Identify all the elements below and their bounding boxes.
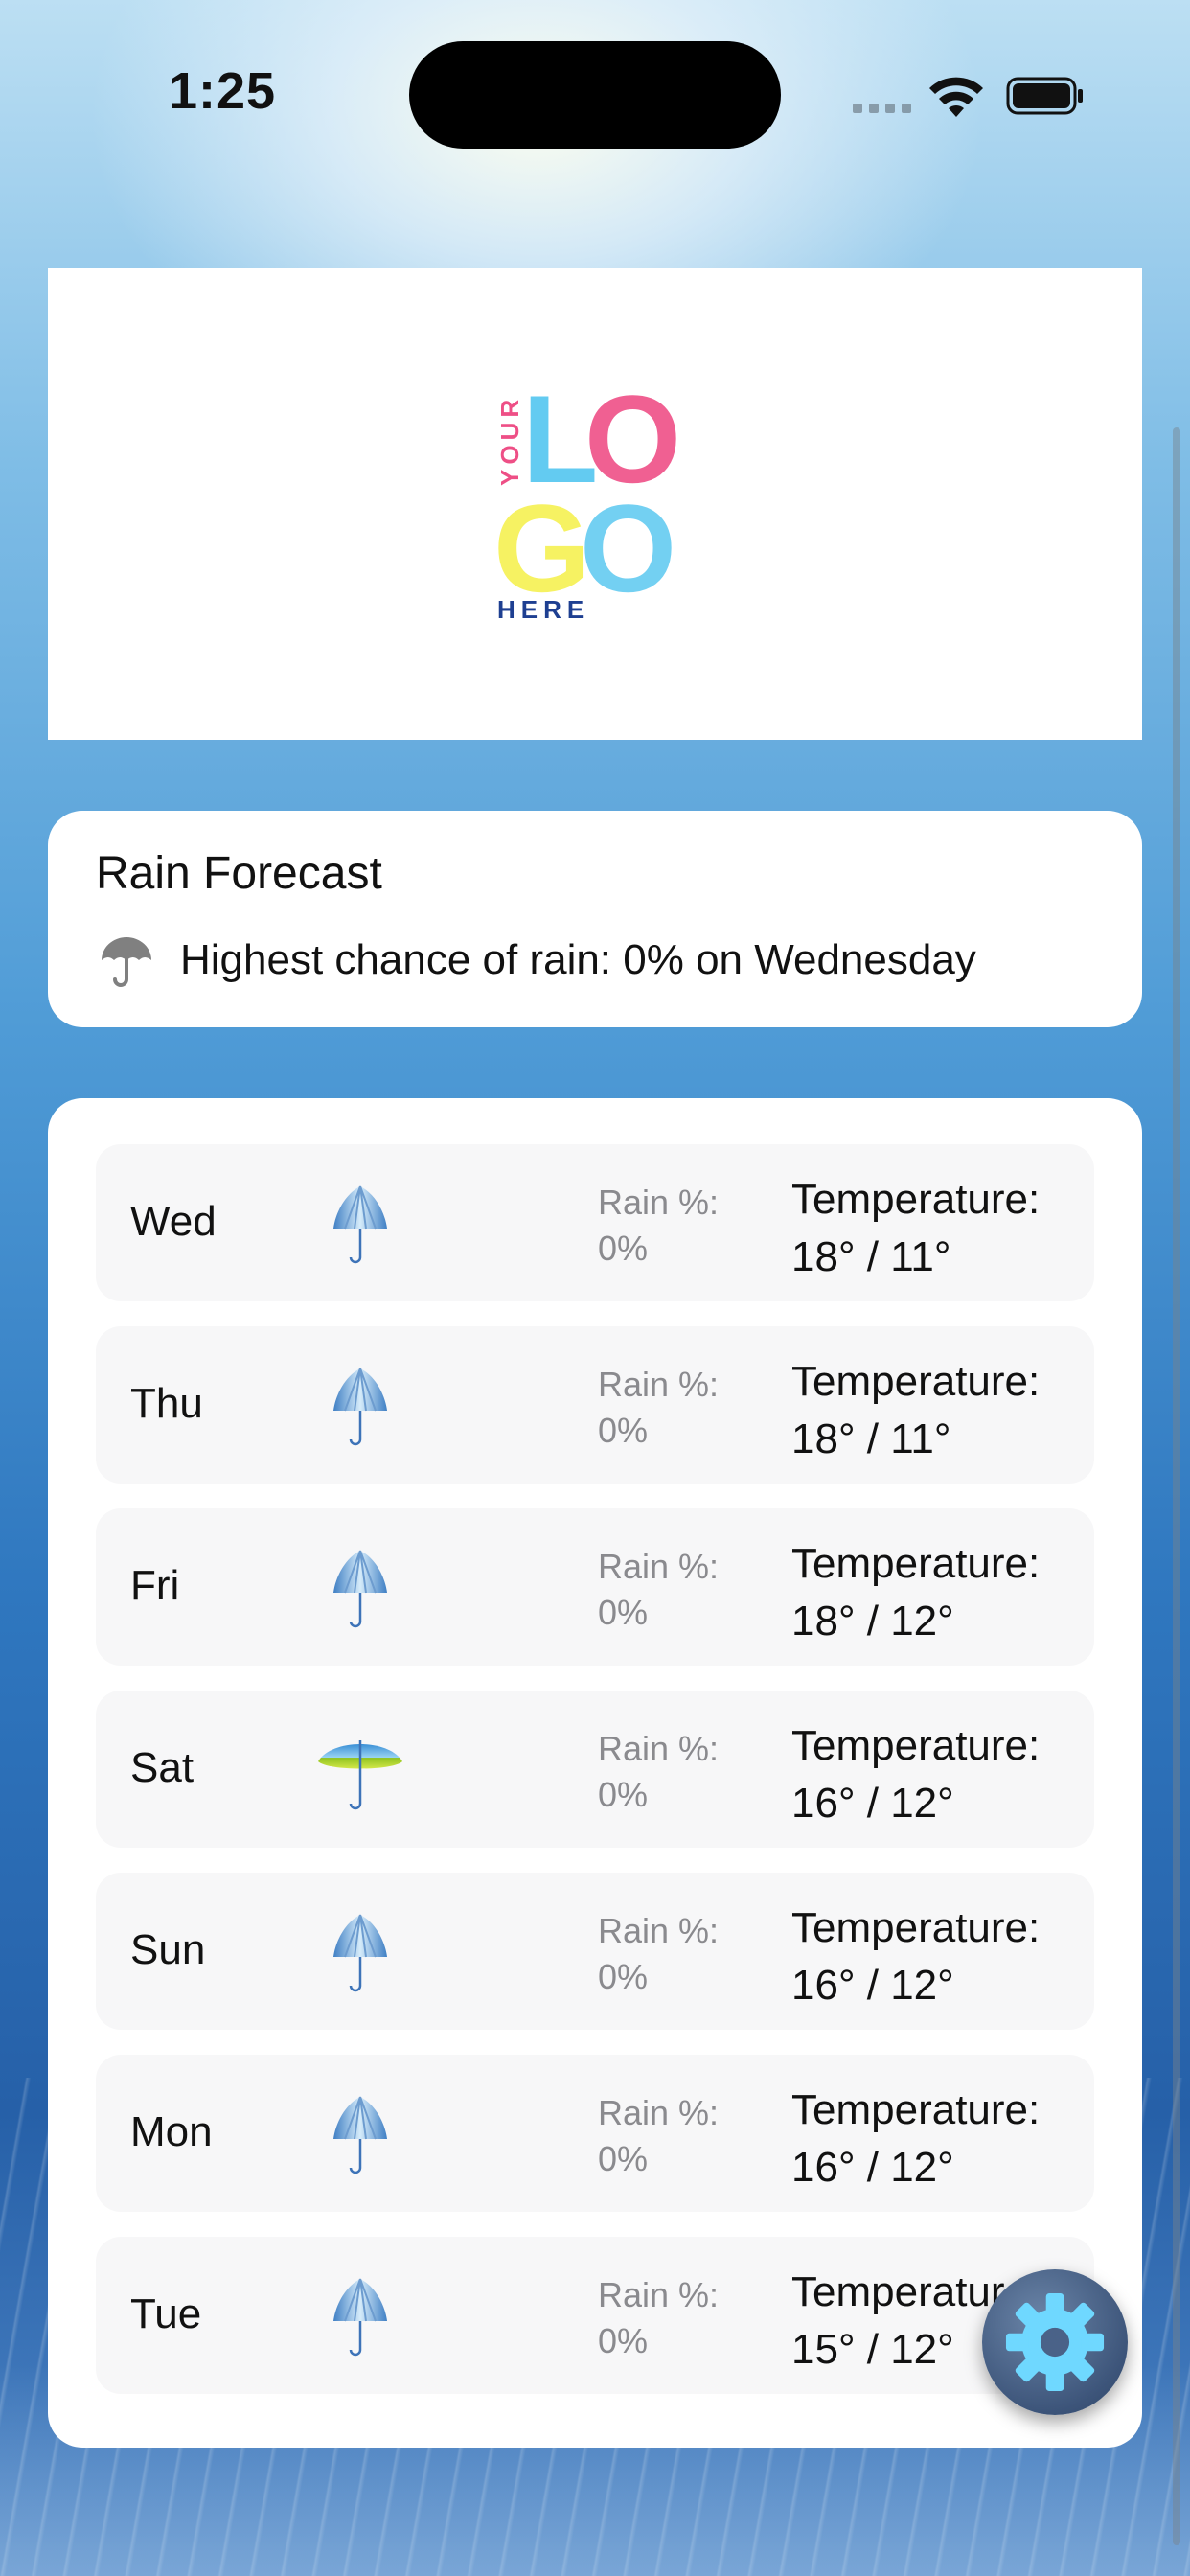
forecast-row-tue[interactable]: Tue Rain %: 0% Temperature: 15° / 12°: [96, 2237, 1094, 2394]
temperature-value: 15° / 12°: [791, 2326, 954, 2373]
closed-umbrella-icon: [333, 1914, 387, 1992]
wifi-icon: [929, 77, 983, 117]
temperature-value: 18° / 12°: [791, 1598, 954, 1644]
rain-percent-value: 0%: [598, 1229, 649, 1268]
rain-summary-text: Highest chance of rain: 0% on Wednesday: [180, 936, 976, 983]
day-label: Sat: [130, 1744, 195, 1791]
temperature-label: Temperature:: [791, 1722, 1041, 1769]
rain-percent-label: Rain %:: [598, 1729, 720, 1768]
umbrella-icon: [102, 937, 151, 987]
rain-percent-label: Rain %:: [598, 1911, 720, 1950]
closed-umbrella-icon: [333, 1185, 387, 1264]
rain-percent-value: 0%: [598, 1593, 649, 1632]
temperature-label: Temperature:: [791, 1904, 1041, 1951]
rain-percent-value: 0%: [598, 1411, 649, 1450]
logo-text-top: YOUR: [495, 395, 524, 486]
day-label: Thu: [130, 1380, 203, 1427]
temperature-value: 18° / 11°: [791, 1233, 951, 1280]
signal-icon: [853, 104, 911, 113]
forecast-row-thu[interactable]: Thu Rain %: 0% Temperature: 18° / 11°: [96, 1326, 1094, 1484]
temperature-value: 16° / 12°: [791, 2144, 954, 2191]
rain-percent-value: 0%: [598, 2139, 649, 2178]
dynamic-island: [409, 41, 781, 149]
day-label: Fri: [130, 1562, 180, 1609]
day-label: Mon: [130, 2108, 213, 2155]
battery-icon: [1006, 77, 1083, 115]
gear-icon: [1005, 2292, 1105, 2392]
rain-percent-value: 0%: [598, 1957, 649, 1996]
rain-percent-value: 0%: [598, 2321, 649, 2360]
temperature-label: Temperature:: [791, 1358, 1041, 1405]
closed-umbrella-icon: [333, 2096, 387, 2174]
rain-percent-label: Rain %:: [598, 2093, 720, 2132]
rain-percent-label: Rain %:: [598, 1365, 720, 1404]
settings-button[interactable]: [982, 2269, 1128, 2415]
closed-umbrella-icon: [333, 2278, 387, 2357]
temperature-value: 16° / 12°: [791, 1962, 954, 2009]
rain-percent-label: Rain %:: [598, 1183, 720, 1222]
closed-umbrella-icon: [333, 1368, 387, 1446]
temperature-label: Temperature:: [791, 1540, 1041, 1587]
closed-umbrella-icon: [333, 1550, 387, 1628]
day-label: Wed: [130, 1198, 217, 1245]
logo-letter-o2: O: [580, 478, 676, 618]
rain-percent-label: Rain %:: [598, 1547, 720, 1586]
status-bar: 1:25: [0, 0, 1190, 192]
rain-forecast-card: Rain Forecast Highest chance of rain: 0%…: [48, 811, 1142, 1027]
temperature-label: Temperature:: [791, 1176, 1041, 1223]
scroll-indicator[interactable]: [1173, 427, 1180, 2545]
rain-percent-value: 0%: [598, 1775, 649, 1814]
status-time: 1:25: [169, 62, 277, 120]
forecast-row-wed[interactable]: Wed Rain %: 0% Temperature: 18° / 11°: [96, 1144, 1094, 1301]
temperature-value: 18° / 11°: [791, 1415, 951, 1462]
forecast-row-mon[interactable]: Mon Rain %: 0% Temperature: 16° / 12°: [96, 2055, 1094, 2212]
rain-forecast-title: Rain Forecast: [96, 848, 382, 899]
forecast-row-fri[interactable]: Fri Rain %: 0% Temperature: 18° / 12°: [96, 1508, 1094, 1666]
rain-percent-label: Rain %:: [598, 2275, 720, 2314]
day-label: Sun: [130, 1926, 206, 1973]
forecast-row-sat[interactable]: Sat Rain %: 0% Temperature: 16° / 12°: [96, 1690, 1094, 1848]
open-umbrella-icon: [318, 1740, 402, 1810]
day-label: Tue: [130, 2290, 202, 2337]
daily-forecast-list: Wed Rain %: 0% Temperature: 18° / 11° Th…: [48, 1098, 1142, 2448]
temperature-value: 16° / 12°: [791, 1780, 954, 1827]
forecast-row-sun[interactable]: Sun Rain %: 0% Temperature: 16° / 12°: [96, 1873, 1094, 2030]
temperature-label: Temperature:: [791, 2086, 1041, 2133]
logo-text-bottom: HERE: [497, 595, 589, 624]
company-logo: YOUR L O G O HERE: [493, 379, 681, 624]
